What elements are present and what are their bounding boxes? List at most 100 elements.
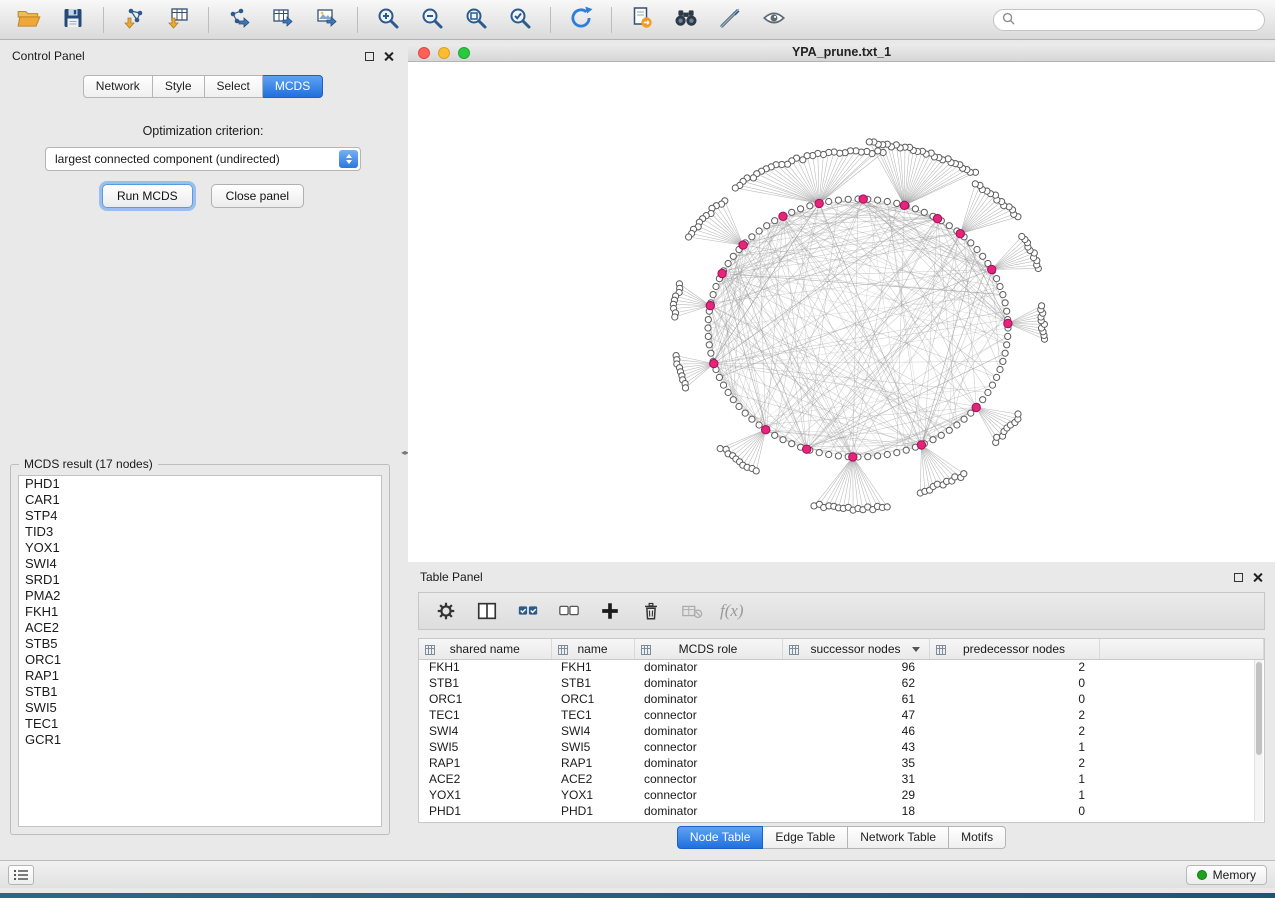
cell-MCDS-role[interactable]: connector (634, 787, 782, 803)
mcds-result-item[interactable]: TEC1 (19, 716, 381, 732)
cell-name[interactable]: SWI5 (551, 739, 634, 755)
cell-name[interactable]: FKH1 (551, 659, 634, 675)
export-table-button[interactable] (264, 4, 302, 36)
mcds-result-item[interactable]: ORC1 (19, 652, 381, 668)
cell-successor-nodes[interactable]: 31 (782, 771, 929, 787)
search-input[interactable] (1021, 12, 1256, 28)
cell-successor-nodes[interactable]: 47 (782, 707, 929, 723)
float-panel-icon[interactable] (1234, 573, 1243, 582)
show-columns-button[interactable] (474, 598, 500, 624)
table-scrollbar[interactable] (1254, 660, 1263, 821)
sort-arrow-icon[interactable] (912, 647, 920, 652)
column-header-predecessor-nodes[interactable]: predecessor nodes (929, 639, 1099, 659)
table-row[interactable]: STB1STB1dominator620 (419, 675, 1264, 691)
cell-shared-name[interactable]: RAP1 (419, 755, 551, 771)
close-panel-icon[interactable] (1252, 572, 1263, 583)
criterion-select[interactable]: largest connected component (undirected) (45, 147, 361, 171)
cell-successor-nodes[interactable]: 46 (782, 723, 929, 739)
cell-successor-nodes[interactable]: 18 (782, 803, 929, 819)
delete-column-button[interactable] (638, 598, 664, 624)
cell-predecessor-nodes[interactable]: 2 (929, 659, 1099, 675)
network-canvas[interactable] (408, 62, 1275, 562)
import-table-button[interactable] (159, 4, 197, 36)
cell-name[interactable]: ORC1 (551, 691, 634, 707)
mcds-result-item[interactable]: SWI5 (19, 700, 381, 716)
vertical-splitter[interactable]: ◂▸ (400, 44, 408, 855)
zoom-in-button[interactable] (369, 4, 407, 36)
zoom-selected-button[interactable] (501, 4, 539, 36)
cell-name[interactable]: SWI4 (551, 723, 634, 739)
mcds-result-item[interactable]: STB5 (19, 636, 381, 652)
cell-name[interactable]: STB1 (551, 675, 634, 691)
table-row[interactable]: YOX1YOX1connector291 (419, 787, 1264, 803)
cell-predecessor-nodes[interactable]: 2 (929, 707, 1099, 723)
mcds-result-item[interactable]: PMA2 (19, 588, 381, 604)
mcds-result-item[interactable]: ACE2 (19, 620, 381, 636)
cell-predecessor-nodes[interactable]: 0 (929, 691, 1099, 707)
cell-successor-nodes[interactable]: 43 (782, 739, 929, 755)
float-panel-icon[interactable] (365, 52, 374, 61)
import-network-button[interactable] (115, 4, 153, 36)
mcds-result-item[interactable]: TID3 (19, 524, 381, 540)
cell-shared-name[interactable]: SWI5 (419, 739, 551, 755)
cell-name[interactable]: PHD1 (551, 803, 634, 819)
select-all-rows-button[interactable] (515, 598, 541, 624)
export-network-button[interactable] (220, 4, 258, 36)
cell-shared-name[interactable]: ACE2 (419, 771, 551, 787)
zoom-fit-button[interactable] (457, 4, 495, 36)
cell-predecessor-nodes[interactable]: 1 (929, 739, 1099, 755)
scrollbar-thumb[interactable] (1256, 662, 1262, 755)
share-document-button[interactable] (623, 4, 661, 36)
cell-predecessor-nodes[interactable]: 0 (929, 803, 1099, 819)
memory-button[interactable]: Memory (1186, 865, 1267, 885)
table-row[interactable]: SWI4SWI4dominator462 (419, 723, 1264, 739)
mcds-result-item[interactable]: RAP1 (19, 668, 381, 684)
mcds-result-item[interactable]: CAR1 (19, 492, 381, 508)
table-tab-node-table[interactable]: Node Table (677, 826, 764, 849)
table-row[interactable]: TEC1TEC1connector472 (419, 707, 1264, 723)
cell-name[interactable]: TEC1 (551, 707, 634, 723)
column-header-MCDS-role[interactable]: MCDS role (634, 639, 782, 659)
control-panel-tab-mcds[interactable]: MCDS (263, 75, 323, 98)
cell-predecessor-nodes[interactable]: 2 (929, 755, 1099, 771)
column-header-name[interactable]: name (551, 639, 634, 659)
table-row[interactable]: ACE2ACE2connector311 (419, 771, 1264, 787)
cell-shared-name[interactable]: STB1 (419, 675, 551, 691)
close-panel-icon[interactable] (383, 51, 394, 62)
table-tab-edge-table[interactable]: Edge Table (763, 826, 848, 849)
table-tab-motifs[interactable]: Motifs (949, 826, 1006, 849)
network-titlebar[interactable]: YPA_prune.txt_1 (408, 44, 1275, 62)
run-mcds-button[interactable]: Run MCDS (102, 184, 193, 208)
mcds-result-list[interactable]: PHD1CAR1STP4TID3YOX1SWI4SRD1PMA2FKH1ACE2… (18, 475, 382, 827)
control-panel-tab-select[interactable]: Select (205, 75, 263, 98)
cell-name[interactable]: RAP1 (551, 755, 634, 771)
column-header-shared-name[interactable]: shared name (419, 639, 551, 659)
cell-MCDS-role[interactable]: dominator (634, 675, 782, 691)
export-image-button[interactable] (308, 4, 346, 36)
table-row[interactable]: RAP1RAP1dominator352 (419, 755, 1264, 771)
mcds-result-item[interactable]: STB1 (19, 684, 381, 700)
network-graph[interactable] (408, 62, 1275, 562)
save-session-button[interactable] (54, 4, 92, 36)
find-button[interactable] (667, 4, 705, 36)
cell-shared-name[interactable]: PHD1 (419, 803, 551, 819)
control-panel-tab-style[interactable]: Style (153, 75, 205, 98)
cell-MCDS-role[interactable]: connector (634, 771, 782, 787)
table-row[interactable]: PHD1PHD1dominator180 (419, 803, 1264, 819)
cell-name[interactable]: ACE2 (551, 771, 634, 787)
mcds-result-item[interactable]: SWI4 (19, 556, 381, 572)
table-row[interactable]: FKH1FKH1dominator962 (419, 659, 1264, 675)
cell-predecessor-nodes[interactable]: 0 (929, 675, 1099, 691)
cell-shared-name[interactable]: YOX1 (419, 787, 551, 803)
cell-predecessor-nodes[interactable]: 1 (929, 771, 1099, 787)
cell-MCDS-role[interactable]: dominator (634, 659, 782, 675)
table-row[interactable]: SWI5SWI5connector431 (419, 739, 1264, 755)
cell-shared-name[interactable]: TEC1 (419, 707, 551, 723)
show-hide-button[interactable] (755, 4, 793, 36)
cell-successor-nodes[interactable]: 62 (782, 675, 929, 691)
cell-MCDS-role[interactable]: connector (634, 739, 782, 755)
cell-successor-nodes[interactable]: 96 (782, 659, 929, 675)
refresh-button[interactable] (562, 4, 600, 36)
cell-MCDS-role[interactable]: connector (634, 707, 782, 723)
task-history-button[interactable] (8, 865, 34, 885)
